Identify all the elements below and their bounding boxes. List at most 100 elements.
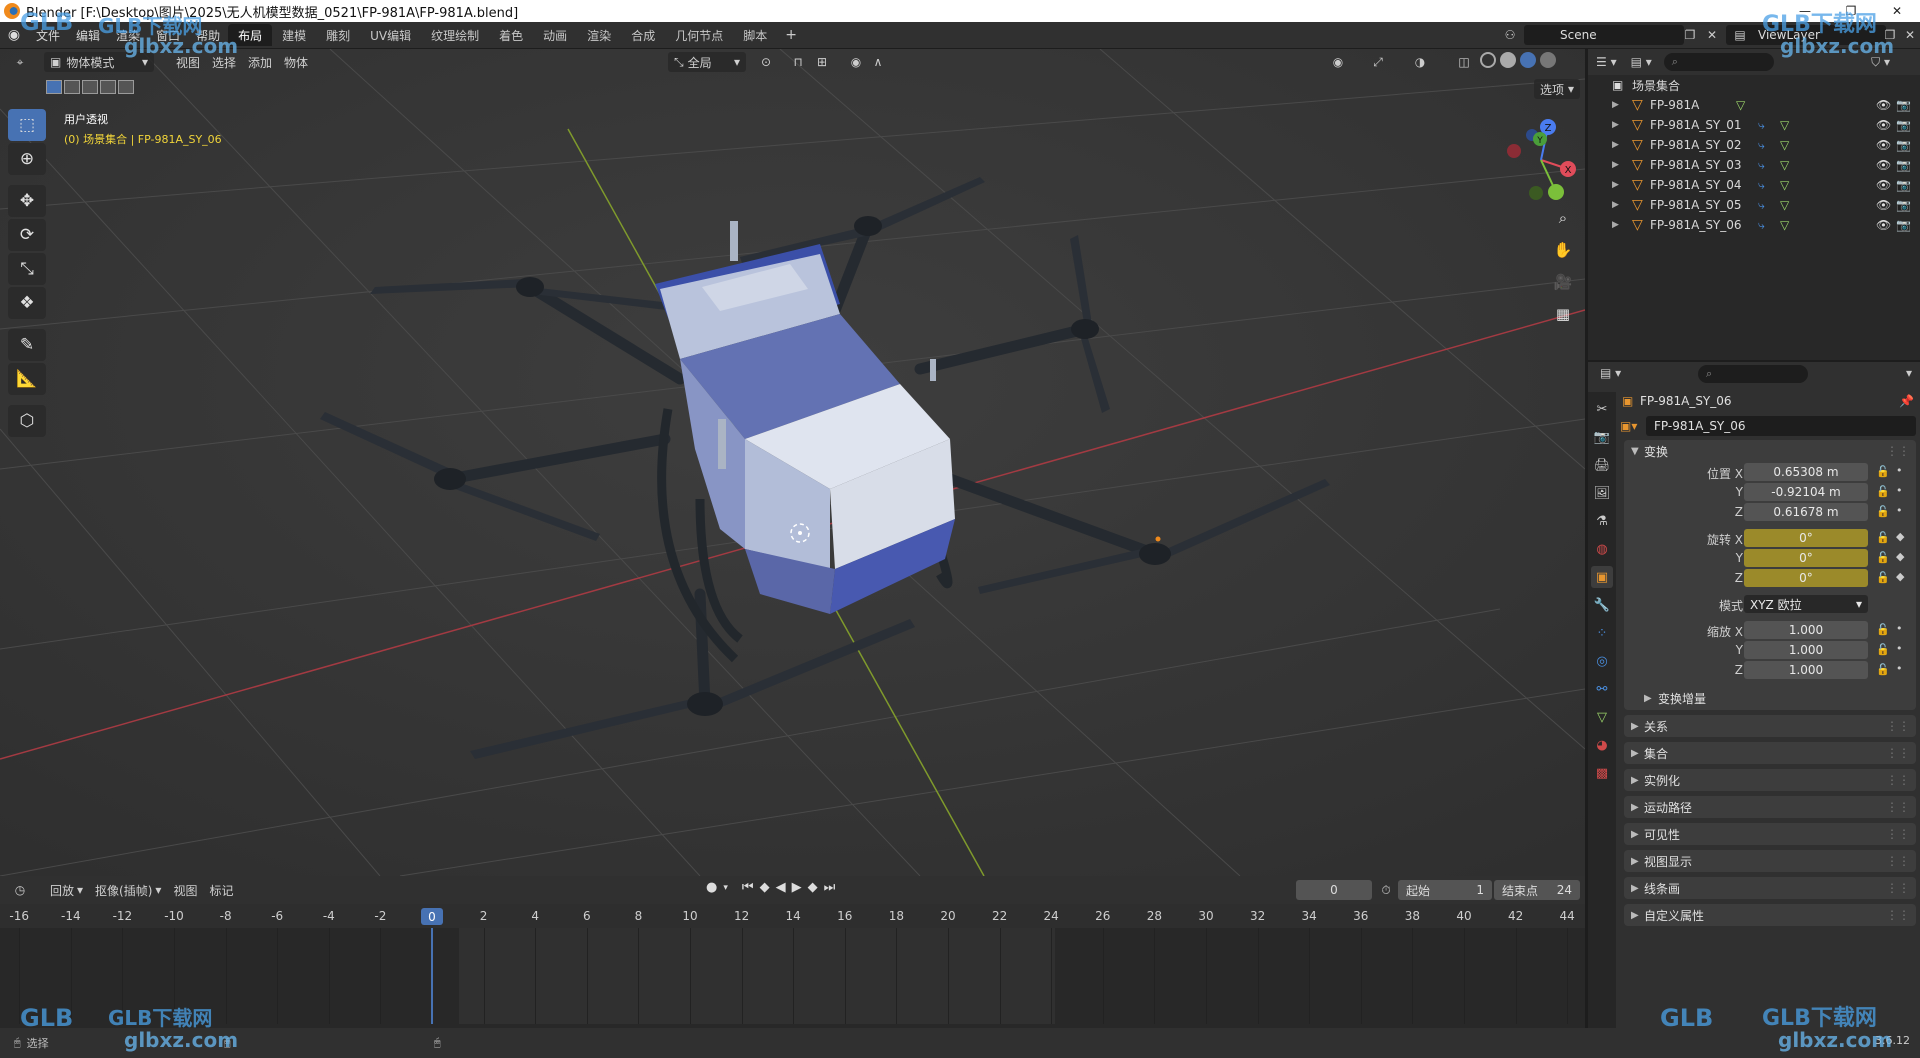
expand-arrow-icon[interactable]: ▶ <box>1612 200 1619 210</box>
3d-viewport[interactable]: ⌖ ▣ 物体模式 ▾ 视图 选择 添加 物体 ⤡ 全局 ▾ ⊙ ⊓ ⊞ ◉ ∧ … <box>0 49 1585 876</box>
eye-icon[interactable]: 👁 <box>1876 178 1891 192</box>
pivot-icon[interactable]: ⊙ <box>756 52 776 72</box>
expand-arrow-icon[interactable]: ▶ <box>1612 120 1619 130</box>
material-tab-icon[interactable]: ◕ <box>1591 734 1613 756</box>
outliner-item-name[interactable]: FP-981A_SY_01 <box>1650 118 1742 132</box>
scale-z-field[interactable]: 1.000 <box>1744 661 1868 679</box>
mode-dropdown[interactable]: ▣ 物体模式 ▾ <box>44 52 154 72</box>
modifier-icon[interactable]: ⤷ <box>1758 218 1765 233</box>
outliner-item-name[interactable]: FP-981A_SY_06 <box>1650 218 1742 232</box>
collapsed-panel[interactable]: ▶ 线条画 ⋮⋮ <box>1624 877 1916 899</box>
camera-render-icon[interactable]: 📷 <box>1896 178 1911 192</box>
mesh-data-icon[interactable]: ▽ <box>1780 158 1789 172</box>
object-tab-icon[interactable]: ▣ <box>1591 566 1613 588</box>
select-invert-icon[interactable] <box>100 80 116 94</box>
outliner-item-name[interactable]: FP-981A <box>1650 98 1699 112</box>
drag-handle-icon[interactable]: ⋮⋮ <box>1886 800 1910 814</box>
menu-edit[interactable]: 编辑 <box>68 22 108 48</box>
snap-icon[interactable]: ⊓ <box>788 52 808 72</box>
editor-type-icon[interactable]: ⌖ <box>10 52 30 72</box>
select-intersect-icon[interactable] <box>118 80 134 94</box>
tab-animation[interactable]: 动画 <box>533 24 577 46</box>
collapsed-panel[interactable]: ▶ 集合 ⋮⋮ <box>1624 742 1916 764</box>
drag-handle-icon[interactable]: ⋮⋮ <box>1886 881 1910 895</box>
modifier-icon[interactable]: ⤷ <box>1758 158 1765 173</box>
lock-icon[interactable]: 🔓 <box>1876 531 1890 544</box>
playhead-label[interactable]: 0 <box>421 908 443 925</box>
next-keyframe-icon[interactable]: ◆ <box>808 880 818 895</box>
output-tab-icon[interactable]: 🖨 <box>1591 454 1613 476</box>
menu-playback[interactable]: 回放 ▾ <box>44 880 89 900</box>
tab-scripting[interactable]: 脚本 <box>733 24 777 46</box>
add-cube-icon[interactable]: ⬡ <box>8 405 46 437</box>
keyframe-diamond-icon[interactable]: ◆ <box>1896 530 1904 543</box>
filter-icon[interactable]: ⛉ ▾ <box>1871 55 1890 70</box>
pin-icon[interactable]: 📌 <box>1899 394 1914 408</box>
camera-render-icon[interactable]: 📷 <box>1896 118 1911 132</box>
properties-search-input[interactable]: ⌕ <box>1698 365 1808 383</box>
rotation-x-field[interactable]: 0° <box>1744 529 1868 547</box>
viewport-scene[interactable] <box>0 49 1585 876</box>
tab-modeling[interactable]: 建模 <box>272 24 316 46</box>
expand-arrow-icon[interactable]: ▶ <box>1612 160 1619 170</box>
keyframe-dot-icon[interactable]: • <box>1896 484 1903 497</box>
solid-shading-icon[interactable] <box>1500 52 1516 68</box>
lock-icon[interactable]: 🔓 <box>1876 551 1890 564</box>
menu-add[interactable]: 添加 <box>242 52 278 72</box>
transform-panel-header[interactable]: ▼ 变换 ⋮⋮ <box>1624 440 1916 462</box>
select-extend-icon[interactable] <box>64 80 80 94</box>
pan-hand-icon[interactable]: ✋ <box>1550 237 1576 263</box>
drag-handle-icon[interactable]: ⋮⋮ <box>1886 719 1910 733</box>
collapsed-panel[interactable]: ▶ 关系 ⋮⋮ <box>1624 715 1916 737</box>
expand-arrow-icon[interactable]: ▶ <box>1612 140 1619 150</box>
render-tab-icon[interactable]: 📷 <box>1591 426 1613 448</box>
scene-selector-icon[interactable]: ⚇ <box>1500 25 1520 45</box>
modifier-icon[interactable]: ⤷ <box>1758 178 1765 193</box>
overlay-toggle-icon[interactable]: ◑ <box>1410 52 1430 72</box>
collapsed-panel[interactable]: ▶ 自定义属性 ⋮⋮ <box>1624 904 1916 926</box>
rotation-mode-dropdown[interactable]: XYZ 欧拉 ▾ <box>1744 595 1868 613</box>
mesh-data-icon[interactable]: ▽ <box>1780 138 1789 152</box>
expand-arrow-icon[interactable]: ▶ <box>1612 220 1619 230</box>
navigation-gizmo[interactable]: X Z Y <box>1496 115 1585 205</box>
display-mode-icon[interactable]: ▤ ▾ <box>1631 55 1652 69</box>
menu-file[interactable]: 文件 <box>28 22 68 48</box>
ortho-grid-icon[interactable]: ▦ <box>1550 301 1576 327</box>
properties-panel[interactable]: ▤ ▾ ⌕ ▾ ✂ 📷 🖨 🖼 ⚗ ◍ ▣ 🔧 ⁘ ◎ ⚯ ▽ ◕ ▩ ▣ FP… <box>1588 362 1920 1028</box>
camera-view-icon[interactable]: 🎥 <box>1550 269 1576 295</box>
location-x-field[interactable]: 0.65308 m <box>1744 463 1868 481</box>
collapsed-panel[interactable]: ▶ 实例化 ⋮⋮ <box>1624 769 1916 791</box>
material-shading-icon[interactable] <box>1520 52 1536 68</box>
outliner-item[interactable]: ▶ ▽ FP-981A_SY_05 ⤷ ▽ 👁 📷 <box>1588 195 1920 215</box>
keyframe-diamond-icon[interactable]: ◆ <box>1896 550 1904 563</box>
expand-arrow-icon[interactable]: ▶ <box>1612 180 1619 190</box>
tab-compositing[interactable]: 合成 <box>621 24 665 46</box>
lock-icon[interactable]: 🔓 <box>1876 623 1890 636</box>
outliner-item[interactable]: ▶ ▽ FP-981A ▽ 👁 📷 <box>1588 95 1920 115</box>
modifier-icon[interactable]: ⤷ <box>1758 198 1765 213</box>
xray-toggle-icon[interactable]: ◫ <box>1454 52 1474 72</box>
drag-handle-icon[interactable]: ⋮⋮ <box>1886 773 1910 787</box>
snap-target-icon[interactable]: ⊞ <box>812 52 832 72</box>
delete-view-layer-icon[interactable]: ✕ <box>1900 25 1920 45</box>
lock-icon[interactable]: 🔓 <box>1876 505 1890 518</box>
outliner-item[interactable]: ▶ ▽ FP-981A_SY_06 ⤷ ▽ 👁 📷 <box>1588 215 1920 235</box>
outliner-item-name[interactable]: FP-981A_SY_04 <box>1650 178 1742 192</box>
mesh-data-icon[interactable]: ▽ <box>1780 178 1789 192</box>
menu-select[interactable]: 选择 <box>206 52 242 72</box>
zoom-icon[interactable]: ⌕ <box>1550 205 1576 231</box>
select-subtract-icon[interactable] <box>82 80 98 94</box>
menu-timeline-view[interactable]: 视图 <box>167 880 203 900</box>
menu-render[interactable]: 渲染 <box>108 22 148 48</box>
camera-render-icon[interactable]: 📷 <box>1896 218 1911 232</box>
outliner-panel[interactable]: ☰ ▾ ▤ ▾ ⌕ ⛉ ▾ ▣ 场景集合 ▶ ▽ FP-981A ▽ 👁 📷 ▶ ▽ FP-98… <box>1588 49 1920 360</box>
camera-render-icon[interactable]: 📷 <box>1896 198 1911 212</box>
minimize-button[interactable]: — <box>1782 0 1828 22</box>
tool-tab-icon[interactable]: ✂ <box>1591 398 1613 420</box>
lock-icon[interactable]: 🔓 <box>1876 571 1890 584</box>
outliner-item[interactable]: ▶ ▽ FP-981A_SY_02 ⤷ ▽ 👁 📷 <box>1588 135 1920 155</box>
tab-sculpting[interactable]: 雕刻 <box>316 24 360 46</box>
options-dropdown[interactable]: 选项 ▾ <box>1534 79 1581 99</box>
play-icon[interactable]: ▶ <box>792 880 802 895</box>
delta-transform-subpanel[interactable]: ▶ 变换增量 <box>1624 686 1916 710</box>
